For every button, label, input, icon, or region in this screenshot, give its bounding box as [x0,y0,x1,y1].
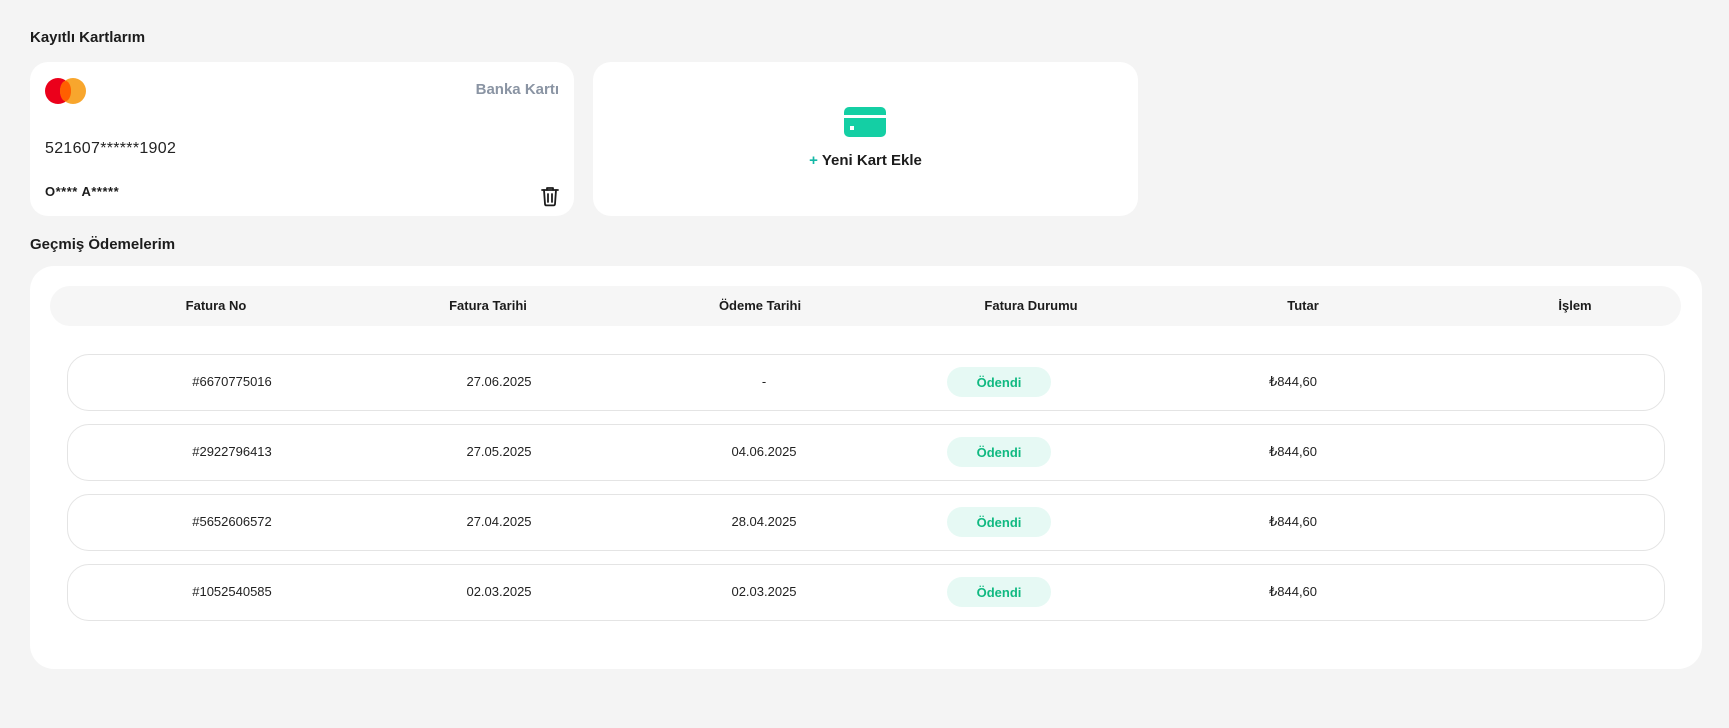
saved-card: Banka Kartı 521607******1902 O**** A****… [30,62,574,216]
invoice-date-cell: 02.03.2025 [466,584,532,599]
card-type-label: Banka Kartı [475,81,559,98]
amount-cell: ₺844,60 [1268,374,1318,389]
add-card-label: + Yeni Kart Ekle [809,152,922,169]
table-row[interactable]: #6670775016 27.06.2025 - Ödendi ₺844,60 [67,354,1665,411]
table-row[interactable]: #5652606572 27.04.2025 28.04.2025 Ödendi… [67,494,1665,551]
invoice-no-cell: #2922796413 [192,444,272,459]
credit-card-icon [844,107,886,137]
table-header: Fatura No Fatura Tarihi Ödeme Tarihi Fat… [50,286,1681,326]
invoice-no-cell: #1052540585 [192,584,272,599]
invoice-no-cell: #5652606572 [192,514,272,529]
payment-date-cell: 04.06.2025 [731,444,797,459]
payment-date-cell: - [761,374,767,389]
amount-cell: ₺844,60 [1268,444,1318,459]
amount-cell: ₺844,60 [1268,514,1318,529]
invoice-date-cell: 27.06.2025 [466,374,532,389]
amount-cell: ₺844,60 [1268,584,1318,599]
status-badge: Ödendi [947,507,1051,537]
payment-history-panel: Fatura No Fatura Tarihi Ödeme Tarihi Fat… [30,266,1702,669]
status-badge: Ödendi [947,367,1051,397]
card-holder-name: O**** A***** [45,184,120,199]
invoice-date-cell: 27.05.2025 [466,444,532,459]
mastercard-logo-icon [45,78,86,104]
table-row[interactable]: #2922796413 27.05.2025 04.06.2025 Ödendi… [67,424,1665,481]
card-number: 521607******1902 [45,140,177,157]
trash-icon [541,187,559,207]
payment-date-cell: 28.04.2025 [731,514,797,529]
column-header-invoice-date: Fatura Tarihi [449,298,527,313]
plus-icon: + [809,152,818,169]
column-header-invoice-status: Fatura Durumu [984,298,1078,313]
saved-cards-title: Kayıtlı Kartlarım [30,29,146,46]
payment-history-title: Geçmiş Ödemelerim [30,236,176,253]
column-header-invoice-no: Fatura No [185,298,247,313]
column-header-payment-date: Ödeme Tarihi [718,298,802,313]
column-header-action: İşlem [1558,298,1592,313]
payment-date-cell: 02.03.2025 [731,584,797,599]
invoice-no-cell: #6670775016 [192,374,272,389]
column-header-amount: Tutar [1287,298,1319,313]
delete-card-button[interactable] [540,185,560,207]
status-badge: Ödendi [947,577,1051,607]
invoice-date-cell: 27.04.2025 [466,514,532,529]
table-row[interactable]: #1052540585 02.03.2025 02.03.2025 Ödendi… [67,564,1665,621]
add-new-card-button[interactable]: + Yeni Kart Ekle [593,62,1138,216]
status-badge: Ödendi [947,437,1051,467]
